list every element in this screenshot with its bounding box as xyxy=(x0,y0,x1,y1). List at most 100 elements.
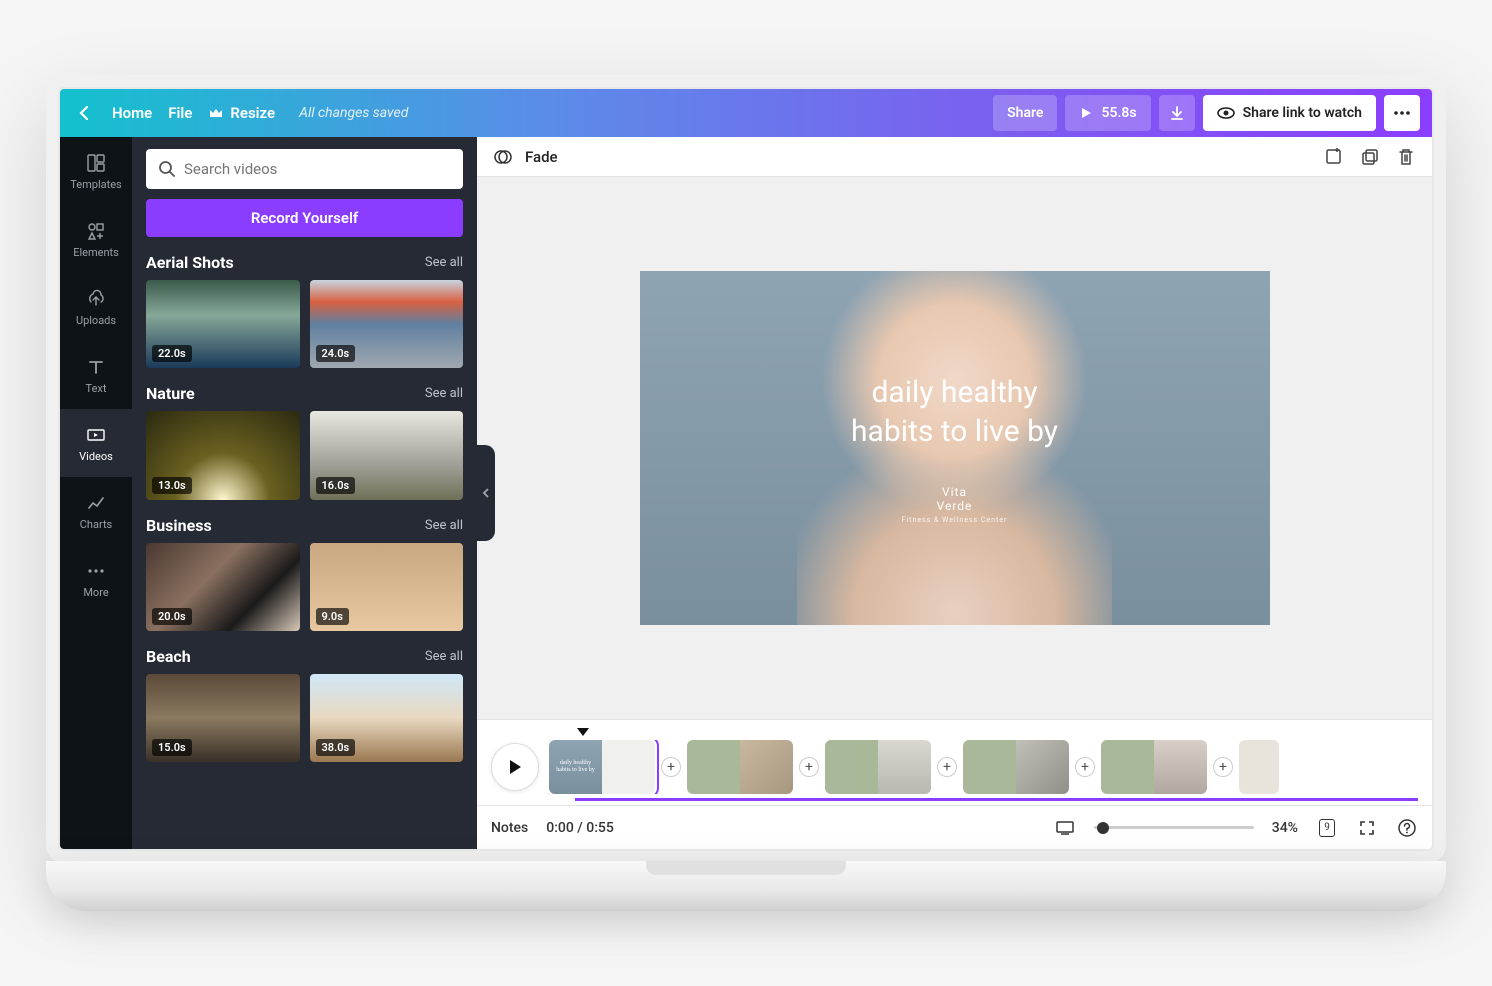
see-all-link[interactable]: See all xyxy=(425,255,463,270)
timeline-clip[interactable] xyxy=(963,740,1069,794)
search-input-wrapper[interactable] xyxy=(146,149,463,189)
more-menu-button[interactable] xyxy=(1384,95,1420,131)
duration-label: 55.8s xyxy=(1101,105,1136,121)
video-duration: 38.0s xyxy=(316,739,356,756)
add-clip-button[interactable]: + xyxy=(661,757,681,777)
stage[interactable]: daily healthy habits to live by Vita Ver… xyxy=(477,177,1432,719)
video-duration: 24.0s xyxy=(316,345,356,362)
add-clip-button[interactable]: + xyxy=(937,757,957,777)
video-thumbnail[interactable]: 15.0s xyxy=(146,674,300,762)
zoom-level: 34% xyxy=(1272,820,1298,836)
add-clip-button[interactable]: + xyxy=(1075,757,1095,777)
resize-menu[interactable]: Resize xyxy=(208,104,275,122)
share-button[interactable]: Share xyxy=(993,95,1057,131)
slide-text: daily healthy habits to live by Vita Ver… xyxy=(851,373,1058,524)
download-button[interactable] xyxy=(1159,95,1195,131)
video-thumbnail[interactable]: 16.0s xyxy=(310,411,464,499)
playhead-marker[interactable] xyxy=(577,728,589,736)
see-all-link[interactable]: See all xyxy=(425,649,463,664)
add-clip-button[interactable]: + xyxy=(799,757,819,777)
zoom-thumb[interactable] xyxy=(1097,822,1109,834)
video-duration: 22.0s xyxy=(152,345,192,362)
nav-uploads[interactable]: Uploads xyxy=(60,273,132,341)
resize-label: Resize xyxy=(230,104,275,122)
time-display: 0:00 / 0:55 xyxy=(546,820,614,836)
zoom-slider[interactable] xyxy=(1094,821,1254,835)
videos-icon xyxy=(85,424,107,446)
video-category: Beach See all 15.0s 38.0s xyxy=(146,647,463,762)
notes-button[interactable]: Notes xyxy=(491,820,528,836)
canvas-area: Fade daily healthy habits to live by Vit… xyxy=(477,137,1432,849)
video-category: Business See all 20.0s 9.0s xyxy=(146,516,463,631)
nav-more-label: More xyxy=(83,586,108,599)
back-button[interactable] xyxy=(72,101,96,125)
timeline: daily healthyhabits to live by + + + + + xyxy=(491,740,1418,794)
category-title: Nature xyxy=(146,384,195,403)
save-status: All changes saved xyxy=(299,105,408,121)
timeline-zone: daily healthyhabits to live by + + + + + xyxy=(477,719,1432,805)
category-title: Business xyxy=(146,516,212,535)
video-duration: 15.0s xyxy=(152,739,192,756)
category-title: Aerial Shots xyxy=(146,253,234,272)
see-all-link[interactable]: See all xyxy=(425,386,463,401)
nav-charts[interactable]: Charts xyxy=(60,477,132,545)
video-thumbnail[interactable]: 38.0s xyxy=(310,674,464,762)
nav-videos[interactable]: Videos xyxy=(60,409,132,477)
nav-templates[interactable]: Templates xyxy=(60,137,132,205)
see-all-link[interactable]: See all xyxy=(425,518,463,533)
play-icon xyxy=(507,758,523,776)
timeline-clip[interactable] xyxy=(825,740,931,794)
slide-heading-l1: daily healthy xyxy=(851,373,1058,412)
more-icon xyxy=(85,560,107,582)
share-link-button[interactable]: Share link to watch xyxy=(1203,95,1376,131)
video-thumbnail[interactable]: 13.0s xyxy=(146,411,300,499)
nav-elements[interactable]: Elements xyxy=(60,205,132,273)
slide-brand-tag: Fitness & Wellness Center xyxy=(851,516,1058,524)
delete-page-button[interactable] xyxy=(1394,145,1418,169)
view-mode-button[interactable] xyxy=(1054,817,1076,839)
download-icon xyxy=(1169,105,1185,121)
crown-icon xyxy=(208,105,224,121)
nav-text[interactable]: Text xyxy=(60,341,132,409)
uploads-icon xyxy=(85,288,107,310)
timeline-clip[interactable] xyxy=(1239,740,1279,794)
play-preview-button[interactable]: 55.8s xyxy=(1065,95,1150,131)
bottom-bar: Notes 0:00 / 0:55 34% 9 xyxy=(477,805,1432,849)
video-duration: 9.0s xyxy=(316,608,349,625)
current-slide[interactable]: daily healthy habits to live by Vita Ver… xyxy=(640,271,1270,625)
video-thumbnail[interactable]: 9.0s xyxy=(310,543,464,631)
search-input[interactable] xyxy=(184,160,451,178)
record-yourself-button[interactable]: Record Yourself xyxy=(146,199,463,237)
home-link[interactable]: Home xyxy=(112,104,152,122)
nav-more[interactable]: More xyxy=(60,545,132,613)
slide-heading-l2: habits to live by xyxy=(851,412,1058,451)
add-page-button[interactable] xyxy=(1322,145,1346,169)
transition-icon[interactable] xyxy=(491,145,515,169)
category-title: Beach xyxy=(146,647,191,666)
timeline-clip[interactable] xyxy=(687,740,793,794)
timeline-clip[interactable]: daily healthyhabits to live by xyxy=(549,740,655,794)
add-clip-button[interactable]: + xyxy=(1213,757,1233,777)
chevron-left-icon xyxy=(482,487,490,499)
nav-uploads-label: Uploads xyxy=(76,314,116,327)
fullscreen-button[interactable] xyxy=(1356,817,1378,839)
video-thumbnail[interactable]: 20.0s xyxy=(146,543,300,631)
search-icon xyxy=(158,160,176,178)
play-button[interactable] xyxy=(491,743,539,791)
nav-charts-label: Charts xyxy=(80,518,112,531)
timeline-clip[interactable] xyxy=(1101,740,1207,794)
help-button[interactable] xyxy=(1396,817,1418,839)
slide-brand-l1: Vita xyxy=(851,485,1058,499)
collapse-panel-button[interactable] xyxy=(477,445,495,541)
file-menu[interactable]: File xyxy=(168,104,192,122)
video-thumbnail[interactable]: 22.0s xyxy=(146,280,300,368)
nav-templates-label: Templates xyxy=(70,178,121,191)
transition-label: Fade xyxy=(525,148,558,166)
play-icon xyxy=(1079,106,1093,120)
text-icon xyxy=(85,356,107,378)
duplicate-page-button[interactable] xyxy=(1358,145,1382,169)
eye-icon xyxy=(1217,106,1235,120)
video-thumbnail[interactable]: 24.0s xyxy=(310,280,464,368)
playback-progress xyxy=(575,798,1418,801)
page-count-button[interactable]: 9 xyxy=(1316,817,1338,839)
